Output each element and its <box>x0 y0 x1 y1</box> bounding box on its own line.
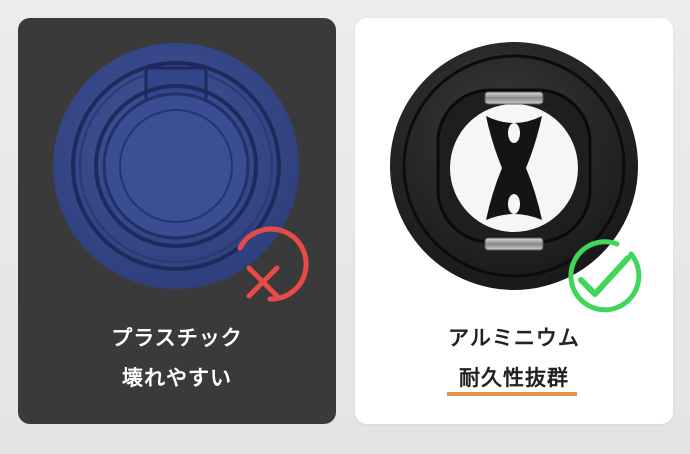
plastic-card: プラスチック 壊れやすい <box>18 18 336 424</box>
aluminium-ring-image <box>390 42 642 313</box>
aluminium-card: アルミニウム 耐久性抜群 <box>355 18 673 424</box>
aluminium-verdict-label: 耐久性抜群 <box>459 366 569 390</box>
plastic-verdict-label: 壊れやすい <box>122 366 232 390</box>
aluminium-material-label: アルミニウム <box>448 326 580 350</box>
plastic-ring-image <box>53 43 309 302</box>
aluminium-hinge-top <box>484 91 544 105</box>
aluminium-hinge-bottom <box>484 237 544 251</box>
verdict-underline <box>447 392 577 396</box>
check-icon <box>568 239 642 313</box>
plastic-material-label: プラスチック <box>111 326 243 350</box>
